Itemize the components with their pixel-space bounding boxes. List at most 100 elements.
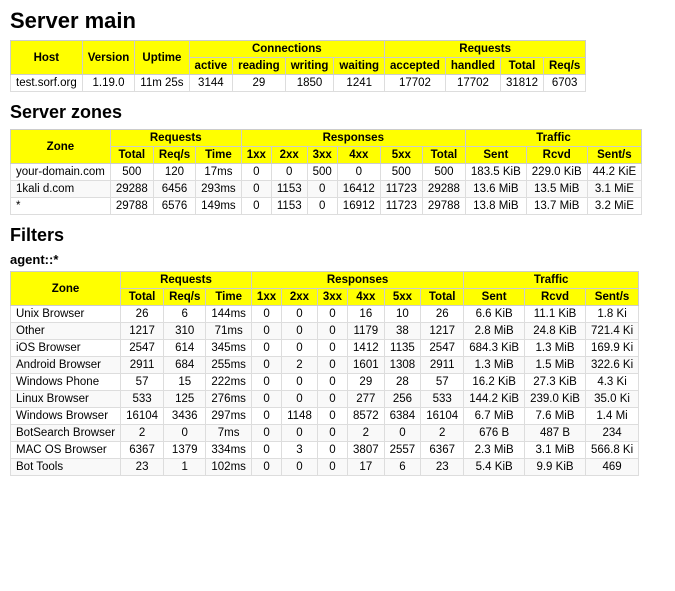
uptime-cell: 11m 25s	[135, 75, 189, 92]
col-reading: reading	[233, 58, 286, 75]
rcvd-cell: 27.3 KiB	[525, 374, 586, 391]
table-row: MAC OS Browser 6367 1379 334ms 0 3 0 380…	[11, 442, 639, 459]
r5xx-cell: 10	[384, 306, 421, 323]
time-cell: 222ms	[206, 374, 252, 391]
rtotal-cell: 2	[421, 425, 464, 442]
r4xx-cell: 1179	[348, 323, 385, 340]
sent-cell: 676 B	[464, 425, 525, 442]
r5xx-cell: 2557	[384, 442, 421, 459]
reqs-cell: 614	[164, 340, 206, 357]
zone-cell: Bot Tools	[11, 459, 121, 476]
r3xx-cell: 0	[317, 306, 347, 323]
r2xx-cell: 1153	[271, 198, 307, 215]
r3xx-cell: 0	[307, 181, 337, 198]
r3xx-cell: 0	[317, 442, 347, 459]
rtotal-cell: 500	[422, 164, 465, 181]
sents-cell: 169.9 Ki	[585, 340, 638, 357]
time-cell: 144ms	[206, 306, 252, 323]
waiting-cell: 1241	[334, 75, 385, 92]
r2xx-cell: 0	[282, 425, 318, 442]
sent-cell: 2.3 MiB	[464, 442, 525, 459]
table-row: Windows Browser 16104 3436 297ms 0 1148 …	[11, 408, 639, 425]
r3xx-cell: 0	[317, 323, 347, 340]
zone-cell: your-domain.com	[11, 164, 111, 181]
time-cell: 276ms	[206, 391, 252, 408]
col-waiting: waiting	[334, 58, 385, 75]
rcvd-cell: 239.0 KiB	[525, 391, 586, 408]
table-row: Windows Phone 57 15 222ms 0 0 0 29 28 57…	[11, 374, 639, 391]
server-zones-table: Zone Requests Responses Traffic Total Re…	[10, 129, 642, 215]
sents-cell: 322.6 Ki	[585, 357, 638, 374]
total-cell: 500	[110, 164, 153, 181]
rcvd-cell: 1.3 MiB	[525, 340, 586, 357]
time-cell: 149ms	[196, 198, 242, 215]
sent-cell: 6.6 KiB	[464, 306, 525, 323]
total-cell: 2547	[121, 340, 164, 357]
zones-req-time: Time	[196, 147, 242, 164]
time-cell: 7ms	[206, 425, 252, 442]
reqs-cell: 310	[164, 323, 206, 340]
zone-cell: 1kali d.com	[11, 181, 111, 198]
reqs-cell: 1	[164, 459, 206, 476]
r4xx-cell: 16412	[337, 181, 380, 198]
active-cell: 3144	[189, 75, 233, 92]
rtotal-cell: 29288	[422, 181, 465, 198]
sent-cell: 144.2 KiB	[464, 391, 525, 408]
r4xx-cell: 16912	[337, 198, 380, 215]
r1xx-cell: 0	[251, 425, 281, 442]
server-main-section: Server main Host Version Uptime Connecti…	[10, 8, 665, 92]
r4xx-cell: 16	[348, 306, 385, 323]
r3xx-cell: 0	[317, 459, 347, 476]
rcvd-cell: 24.8 KiB	[525, 323, 586, 340]
rcvd-cell: 3.1 MiB	[525, 442, 586, 459]
rcvd-cell: 13.7 MiB	[526, 198, 587, 215]
filters-res-1xx: 1xx	[251, 289, 281, 306]
version-cell: 1.19.0	[82, 75, 135, 92]
r4xx-cell: 2	[348, 425, 385, 442]
zones-res-2xx: 2xx	[271, 147, 307, 164]
r1xx-cell: 0	[251, 323, 281, 340]
r1xx-cell: 0	[251, 306, 281, 323]
r4xx-cell: 0	[337, 164, 380, 181]
total-cell: 26	[121, 306, 164, 323]
zones-res-5xx: 5xx	[380, 147, 422, 164]
rcvd-cell: 229.0 KiB	[526, 164, 587, 181]
r1xx-cell: 0	[251, 459, 281, 476]
time-cell: 293ms	[196, 181, 242, 198]
handled-cell: 17702	[445, 75, 500, 92]
r1xx-cell: 0	[241, 181, 271, 198]
r1xx-cell: 0	[251, 374, 281, 391]
sent-cell: 1.3 MiB	[464, 357, 525, 374]
rtotal-cell: 6367	[421, 442, 464, 459]
total-cell: 23	[121, 459, 164, 476]
rtotal-cell: 2911	[421, 357, 464, 374]
time-cell: 345ms	[206, 340, 252, 357]
r1xx-cell: 0	[251, 442, 281, 459]
rcvd-cell: 11.1 KiB	[525, 306, 586, 323]
r1xx-cell: 0	[251, 408, 281, 425]
sents-cell: 566.8 Ki	[585, 442, 638, 459]
r3xx-cell: 0	[317, 391, 347, 408]
filters-res-5xx: 5xx	[384, 289, 421, 306]
table-row: BotSearch Browser 2 0 7ms 0 0 0 2 0 2 67…	[11, 425, 639, 442]
rcvd-cell: 13.5 MiB	[526, 181, 587, 198]
sent-cell: 684.3 KiB	[464, 340, 525, 357]
zone-cell: MAC OS Browser	[11, 442, 121, 459]
server-zones-section: Server zones Zone Requests Responses Tra…	[10, 102, 665, 215]
total-cell: 29788	[110, 198, 153, 215]
rtotal-cell: 16104	[421, 408, 464, 425]
rcvd-cell: 1.5 MiB	[525, 357, 586, 374]
sents-cell: 35.0 Ki	[585, 391, 638, 408]
r3xx-cell: 0	[317, 425, 347, 442]
filters-res-3xx: 3xx	[317, 289, 347, 306]
sents-cell: 3.2 MiE	[587, 198, 641, 215]
reqs-cell: 6576	[153, 198, 195, 215]
zone-cell: BotSearch Browser	[11, 425, 121, 442]
rtotal-cell: 533	[421, 391, 464, 408]
sents-cell: 1.4 Mi	[585, 408, 638, 425]
r1xx-cell: 0	[251, 340, 281, 357]
zone-cell: Other	[11, 323, 121, 340]
table-row: Bot Tools 23 1 102ms 0 0 0 17 6 23 5.4 K…	[11, 459, 639, 476]
sent-cell: 5.4 KiB	[464, 459, 525, 476]
zones-res-1xx: 1xx	[241, 147, 271, 164]
